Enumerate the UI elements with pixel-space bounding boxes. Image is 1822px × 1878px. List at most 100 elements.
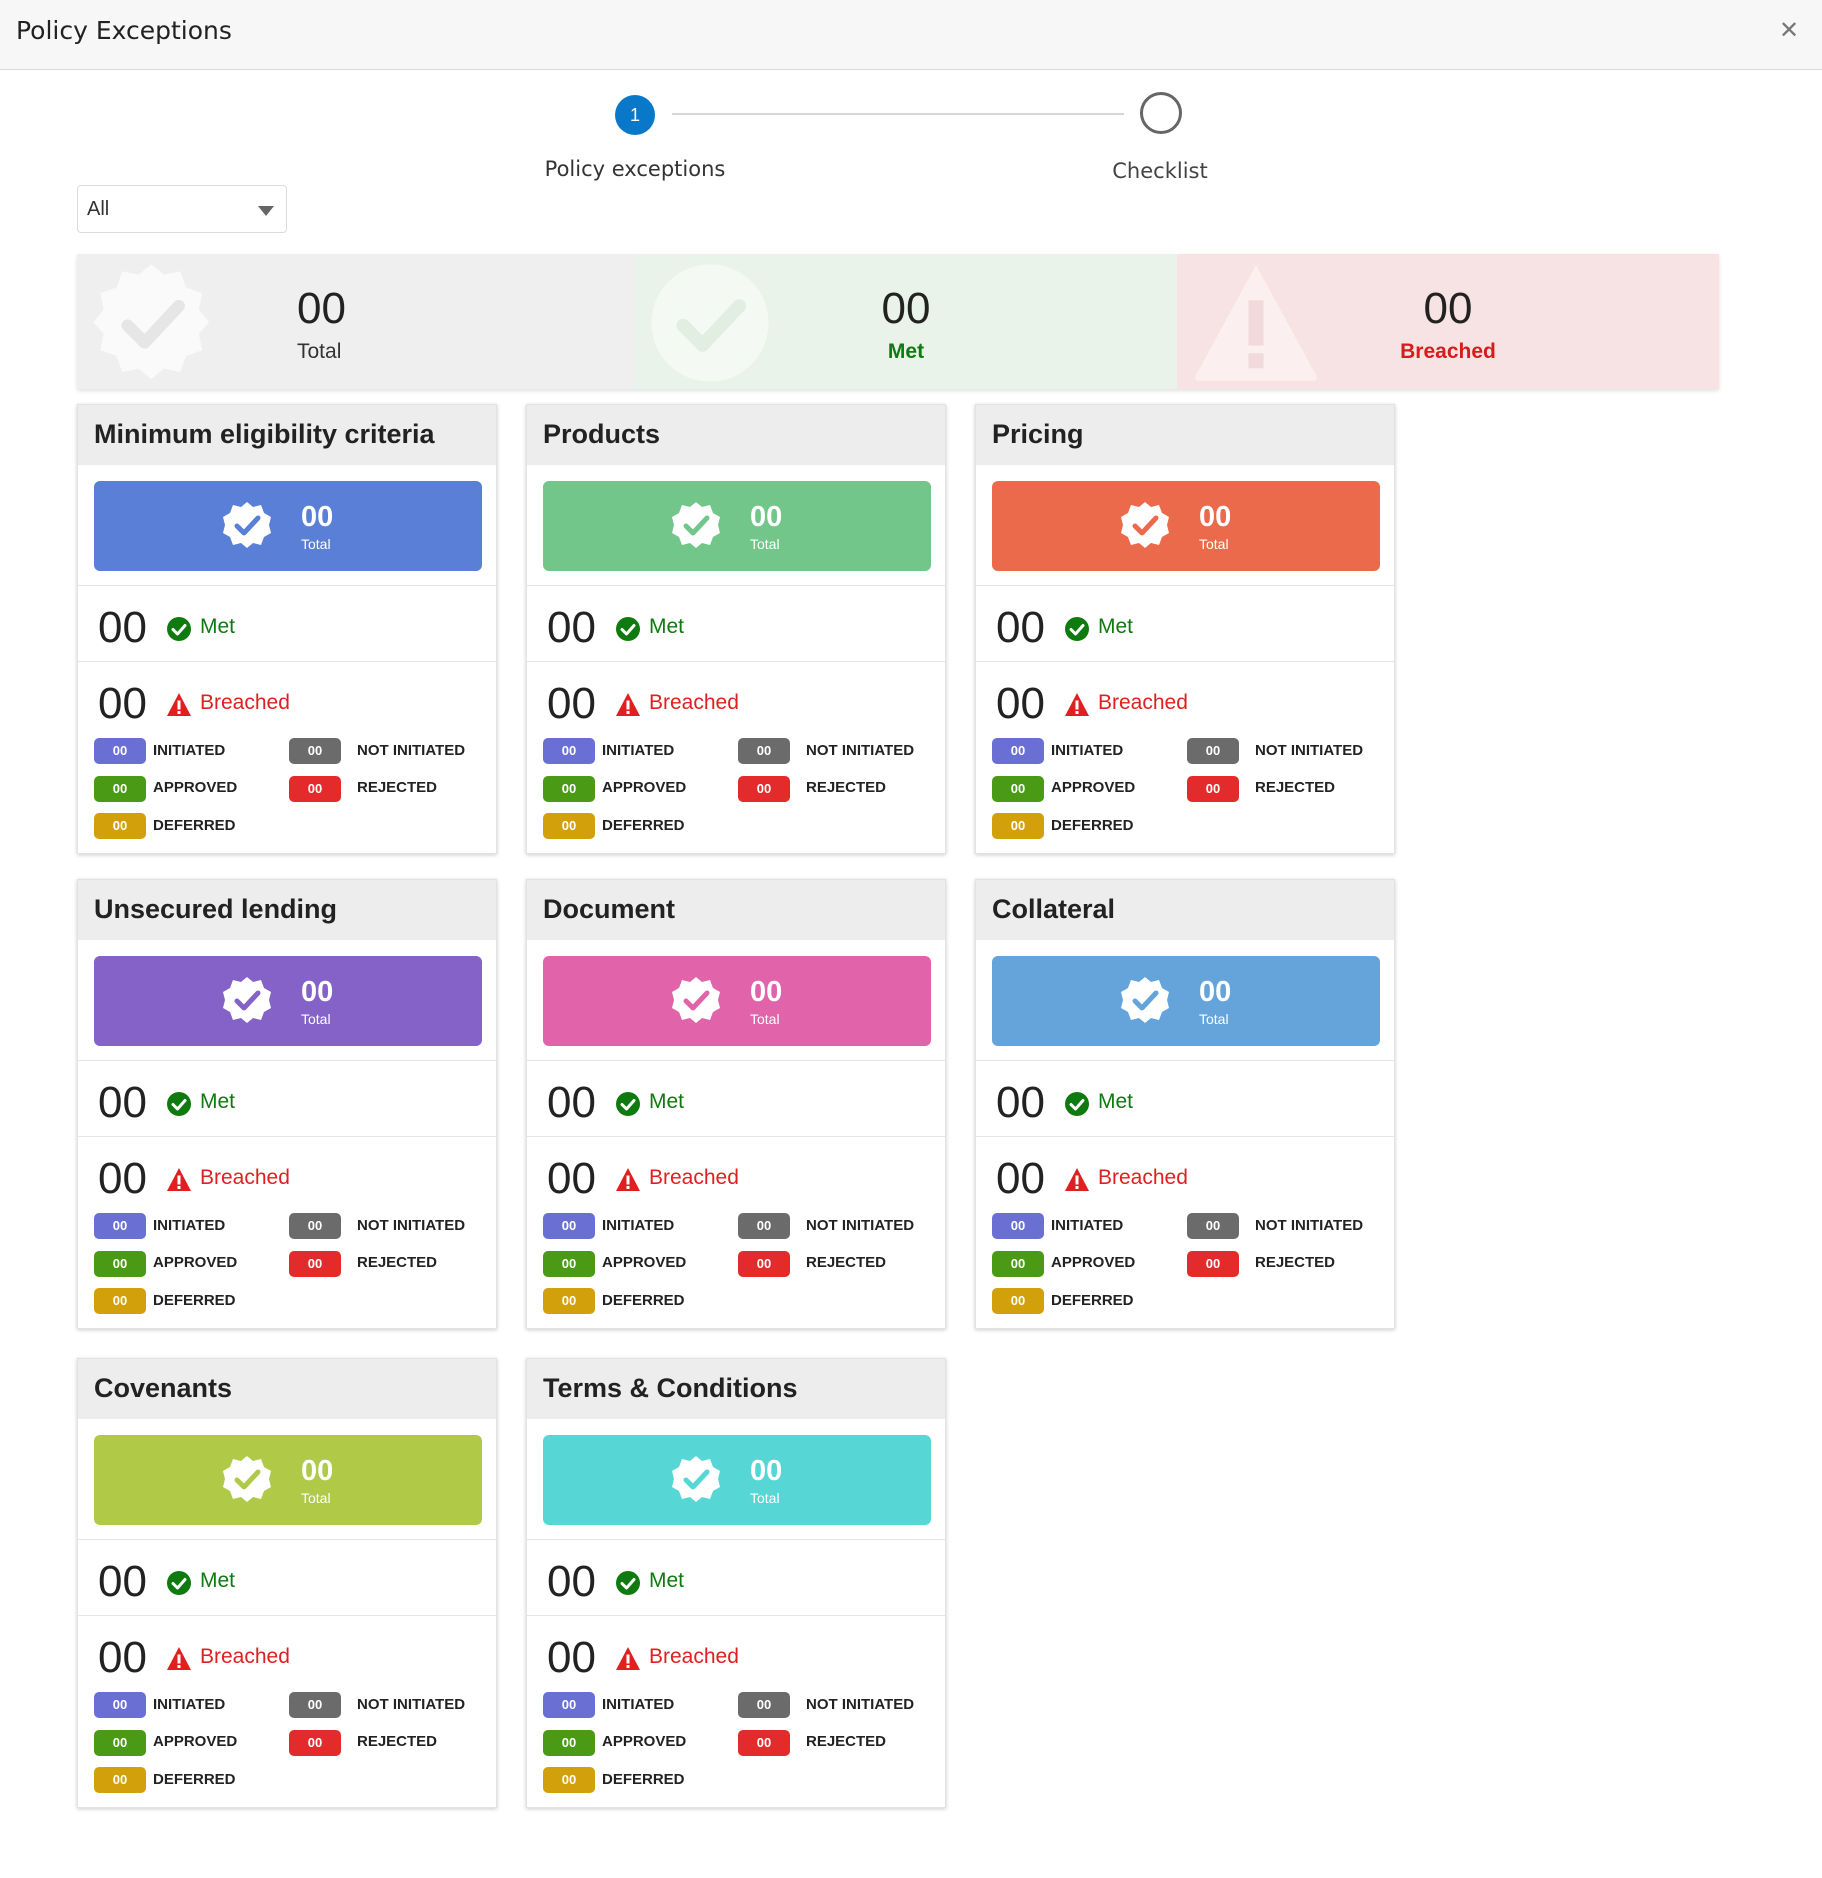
approved-label: APPROVED: [602, 1254, 687, 1271]
initiated-count-badge[interactable]: 00: [94, 1692, 146, 1718]
step-1-indicator[interactable]: 1: [615, 95, 655, 135]
card-total-banner[interactable]: 00 Total: [992, 481, 1380, 571]
initiated-label: INITIATED: [602, 1217, 675, 1234]
not-initiated-count-badge[interactable]: 00: [738, 738, 790, 764]
not-initiated-count-badge[interactable]: 00: [738, 1213, 790, 1239]
card-total-value: 00: [1199, 501, 1232, 533]
not-initiated-label: NOT INITIATED: [357, 1696, 466, 1713]
card-total-banner[interactable]: 00 Total: [94, 481, 482, 571]
card-total-label: Total: [750, 536, 780, 552]
approved-count-badge[interactable]: 00: [543, 776, 595, 802]
stepper: 1 Policy exceptions Checklist: [0, 71, 1822, 191]
chevron-down-icon: [258, 206, 274, 216]
deferred-count-badge[interactable]: 00: [94, 1767, 146, 1793]
close-icon[interactable]: ✕: [1776, 18, 1802, 44]
not-initiated-count-badge[interactable]: 00: [289, 1692, 341, 1718]
not-initiated-count-badge[interactable]: 00: [1187, 738, 1239, 764]
initiated-count-badge[interactable]: 00: [543, 738, 595, 764]
initiated-label: INITIATED: [1051, 742, 1124, 759]
card-breached-value: 00: [547, 1154, 596, 1203]
not-initiated-label: NOT INITIATED: [1255, 1217, 1364, 1234]
initiated-count-badge[interactable]: 00: [992, 738, 1044, 764]
card-total-label: Total: [301, 1011, 331, 1027]
filter-dropdown[interactable]: All: [77, 185, 287, 233]
rejected-label: REJECTED: [357, 1254, 438, 1271]
rejected-count-badge[interactable]: 00: [289, 1251, 341, 1277]
rejected-count-badge[interactable]: 00: [289, 1730, 341, 1756]
deferred-count-badge[interactable]: 00: [992, 1288, 1044, 1314]
card-breached-label: Breached: [1098, 1166, 1188, 1189]
rejected-count-badge[interactable]: 00: [1187, 1251, 1239, 1277]
not-initiated-count-badge[interactable]: 00: [289, 738, 341, 764]
card-total-label: Total: [1199, 1011, 1229, 1027]
approved-count-badge[interactable]: 00: [94, 776, 146, 802]
warning-icon: [166, 1646, 192, 1672]
approved-count-badge[interactable]: 00: [94, 1730, 146, 1756]
check-circle-icon: [166, 1091, 192, 1117]
deferred-count-badge[interactable]: 00: [543, 813, 595, 839]
deferred-label: DEFERRED: [153, 817, 236, 834]
rejected-count-badge[interactable]: 00: [289, 776, 341, 802]
initiated-count-badge[interactable]: 00: [543, 1213, 595, 1239]
card-met-label: Met: [200, 1090, 236, 1113]
badge-check-icon: [1120, 975, 1170, 1025]
approved-count-badge[interactable]: 00: [992, 776, 1044, 802]
deferred-count-badge[interactable]: 00: [94, 813, 146, 839]
not-initiated-count-badge[interactable]: 00: [738, 1692, 790, 1718]
card-total-banner[interactable]: 00 Total: [94, 1435, 482, 1525]
approved-count-badge[interactable]: 00: [543, 1251, 595, 1277]
step-1-label[interactable]: Policy exceptions: [500, 157, 770, 181]
stepper-connector: [672, 113, 1124, 115]
not-initiated-label: NOT INITIATED: [357, 1217, 466, 1234]
card-breached-value: 00: [98, 679, 147, 728]
approved-count-badge[interactable]: 00: [94, 1251, 146, 1277]
card-met-label: Met: [1098, 1090, 1134, 1113]
approved-label: APPROVED: [1051, 779, 1136, 796]
not-initiated-count-badge[interactable]: 00: [1187, 1213, 1239, 1239]
check-circle-icon: [615, 616, 641, 642]
card-total-banner[interactable]: 00 Total: [543, 481, 931, 571]
card-met-value: 00: [98, 1078, 147, 1127]
rejected-count-badge[interactable]: 00: [738, 1730, 790, 1756]
badge-check-icon: [1120, 500, 1170, 550]
card-met-value: 00: [547, 603, 596, 652]
card-breached-value: 00: [996, 679, 1045, 728]
category-card: Collateral 00 Total 00 Met 00 Breached 00 INITIA…: [975, 879, 1395, 1329]
initiated-count-badge[interactable]: 00: [94, 1213, 146, 1239]
warning-icon: [166, 1167, 192, 1193]
initiated-count-badge[interactable]: 00: [543, 1692, 595, 1718]
rejected-count-badge[interactable]: 00: [1187, 776, 1239, 802]
card-total-banner[interactable]: 00 Total: [543, 956, 931, 1046]
card-total-label: Total: [301, 1490, 331, 1506]
deferred-label: DEFERRED: [602, 1292, 685, 1309]
deferred-label: DEFERRED: [602, 1771, 685, 1788]
card-met-value: 00: [98, 1557, 147, 1606]
deferred-count-badge[interactable]: 00: [94, 1288, 146, 1314]
step-2-indicator[interactable]: [1140, 92, 1182, 134]
initiated-count-badge[interactable]: 00: [94, 738, 146, 764]
approved-count-badge[interactable]: 00: [992, 1251, 1044, 1277]
summary-met-label: Met: [887, 340, 925, 363]
card-title: Pricing: [976, 405, 1394, 465]
deferred-count-badge[interactable]: 00: [543, 1767, 595, 1793]
summary-breached-tile: 00 Breached: [1177, 254, 1719, 389]
rejected-count-badge[interactable]: 00: [738, 776, 790, 802]
deferred-count-badge[interactable]: 00: [543, 1288, 595, 1314]
approved-count-badge[interactable]: 00: [543, 1730, 595, 1756]
initiated-label: INITIATED: [602, 1696, 675, 1713]
initiated-count-badge[interactable]: 00: [992, 1213, 1044, 1239]
rejected-count-badge[interactable]: 00: [738, 1251, 790, 1277]
summary-bar: 00 Total 00 Met 00 Breached: [77, 254, 1719, 389]
card-total-banner[interactable]: 00 Total: [94, 956, 482, 1046]
step-2-label[interactable]: Checklist: [1035, 159, 1285, 183]
not-initiated-count-badge[interactable]: 00: [289, 1213, 341, 1239]
card-met-label: Met: [649, 1569, 685, 1592]
card-met-value: 00: [547, 1557, 596, 1606]
card-total-banner[interactable]: 00 Total: [543, 1435, 931, 1525]
card-breached-label: Breached: [200, 1166, 290, 1189]
check-circle-icon: [1064, 1091, 1090, 1117]
divider: [78, 1136, 496, 1137]
card-total-banner[interactable]: 00 Total: [992, 956, 1380, 1046]
deferred-count-badge[interactable]: 00: [992, 813, 1044, 839]
check-circle-icon: [1064, 616, 1090, 642]
